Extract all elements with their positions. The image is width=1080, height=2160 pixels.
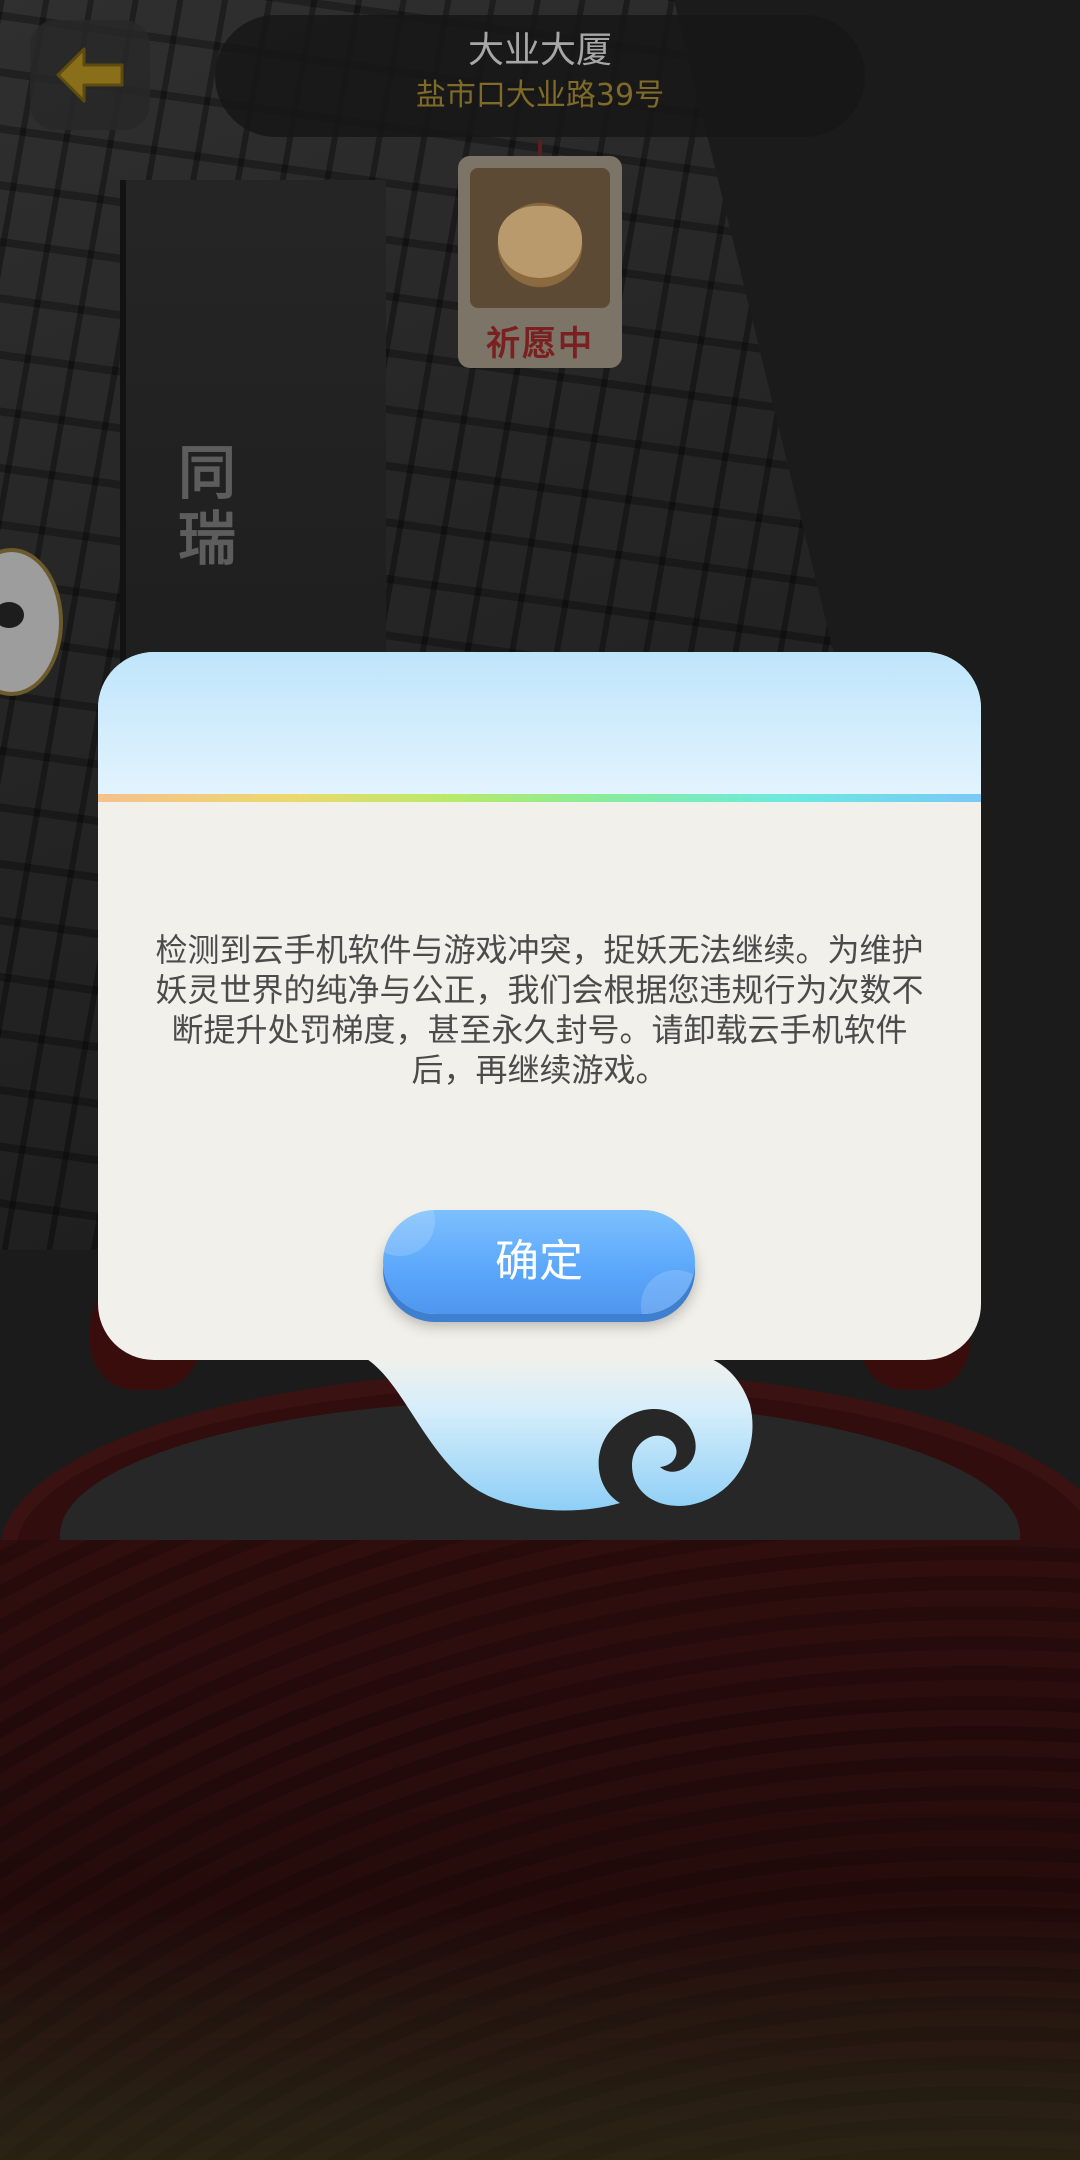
dialog-tail-swirl — [360, 1355, 753, 1511]
dialog-message: 检测到云手机软件与游戏冲突，捉妖无法继续。为维护妖灵世界的纯净与公正，我们会根据… — [155, 931, 924, 1089]
wish-card[interactable]: 祈愿中 — [458, 156, 622, 368]
dog-portrait-image — [470, 168, 610, 308]
panda-eye — [0, 602, 24, 628]
button-swirl-decoration — [383, 1210, 435, 1256]
confirm-button-label: 确定 — [495, 1236, 583, 1287]
location-name: 大业大厦 — [467, 30, 612, 71]
conflict-warning-dialog: 检测到云手机软件与游戏冲突，捉妖无法继续。为维护妖灵世界的纯净与公正，我们会根据… — [98, 652, 981, 1360]
location-address: 盐市口大业路39号 — [415, 78, 665, 113]
location-banner: 大业大厦 盐市口大业路39号 — [215, 15, 865, 137]
confirm-button[interactable]: 确定 — [383, 1210, 695, 1314]
arrow-left-icon — [56, 47, 124, 103]
back-button[interactable] — [30, 20, 150, 130]
rainbow-divider — [98, 794, 981, 802]
button-swirl-decoration — [641, 1270, 695, 1314]
dog-face — [498, 206, 582, 278]
wish-card-label: 祈愿中 — [486, 324, 594, 364]
dialog-header — [98, 652, 981, 798]
